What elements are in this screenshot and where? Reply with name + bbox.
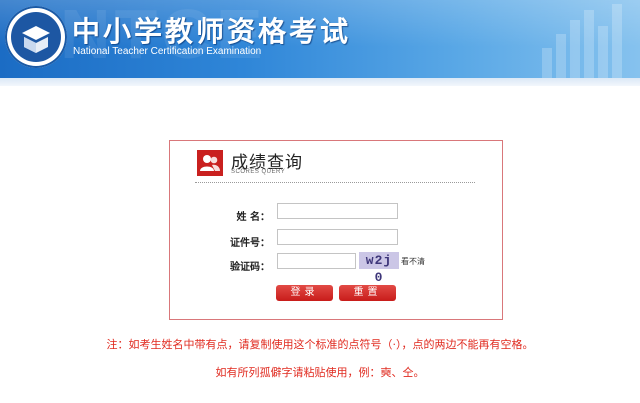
site-title: 中小学教师资格考试 xyxy=(72,15,352,48)
panel-divider xyxy=(195,182,475,183)
reset-button[interactable]: 重置 xyxy=(339,285,396,301)
users-icon xyxy=(197,150,223,176)
captcha-image[interactable]: w2j 0 xyxy=(359,252,399,285)
captcha-input[interactable] xyxy=(277,253,356,269)
header-banner: NTCE 中小学教师资格考试 National Teacher Certific… xyxy=(0,0,640,78)
panel-subtitle: SCORES QUERY xyxy=(231,169,286,175)
scores-query-panel: 成绩查询 SCORES QUERY 姓 名： 证件号： 验证码： w2j 0 看… xyxy=(169,140,503,320)
name-label: 姓 名： xyxy=(236,212,270,223)
site-subtitle: National Teacher Certification Examinati… xyxy=(73,46,262,57)
login-button[interactable]: 登录 xyxy=(276,285,333,301)
exam-emblem-logo xyxy=(5,6,67,68)
banner-decoration-bars xyxy=(542,0,632,78)
captcha-refresh-link[interactable]: 看不清 xyxy=(401,256,425,267)
id-number-input[interactable] xyxy=(277,229,398,245)
note-line-2: 如有所列孤僻字请粘贴使用，例：奭、仝。 xyxy=(215,366,425,379)
header-underline xyxy=(0,78,640,86)
id-number-label: 证件号： xyxy=(230,238,270,249)
book-emblem-icon xyxy=(9,10,63,64)
captcha-label: 验证码： xyxy=(230,262,270,273)
name-input[interactable] xyxy=(277,203,398,219)
note-line-1: 注：如考生姓名中带有点，请复制使用这个标准的点符号（·），点的两边不能再有空格。 xyxy=(106,338,534,351)
